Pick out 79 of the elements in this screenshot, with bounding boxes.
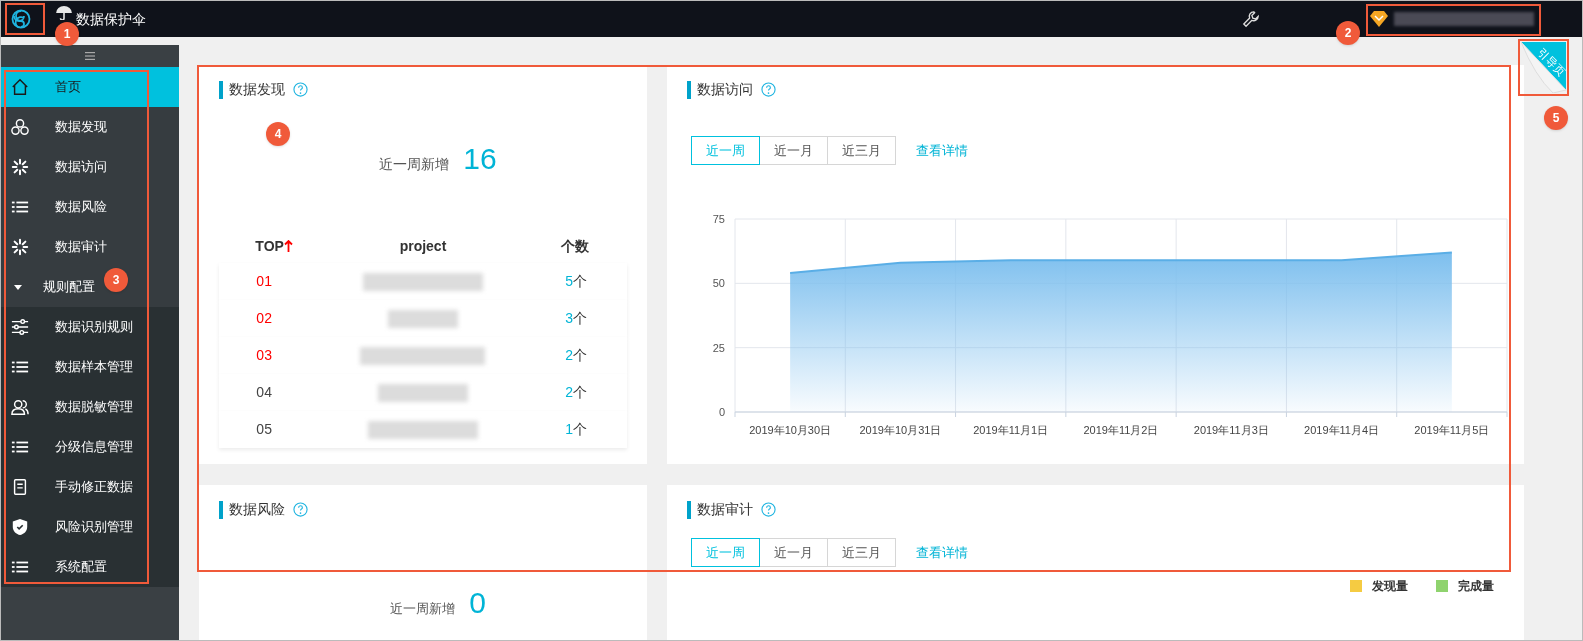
card-title: 数据发现	[229, 80, 285, 99]
x-tick-label: 2019年11月5日	[1414, 424, 1490, 436]
rank-cell-text: 01	[256, 272, 273, 291]
sidebar-item[interactable]: 数据风险	[1, 187, 179, 227]
circles-icon	[11, 118, 29, 136]
callout-frame	[1518, 39, 1569, 96]
sidebar-item[interactable]: 数据脱敏管理	[1, 387, 179, 427]
help-icon[interactable]	[761, 502, 776, 517]
y-tick-label: 0	[718, 406, 725, 418]
stat-value: 0	[469, 585, 486, 621]
stat-label: 近一周新增	[379, 155, 450, 174]
rank-cell-text: 05	[256, 420, 273, 439]
x-tick-label: 2019年10月31日	[859, 424, 942, 436]
sidebar-item[interactable]: 分级信息管理	[1, 427, 179, 467]
sidebar-item[interactable]: 数据识别规则	[1, 307, 179, 347]
help-icon[interactable]	[293, 82, 308, 97]
users-icon	[11, 398, 29, 416]
sidebar-item[interactable]: 风险识别管理	[1, 507, 179, 547]
logo-icon[interactable]	[11, 9, 31, 29]
x-tick-label: 2019年11月2日	[1083, 424, 1159, 436]
count-cell-text: 3个	[565, 309, 588, 328]
umbrella-icon	[56, 6, 72, 20]
rank-cell-text: 02	[256, 309, 273, 328]
column-header: 个数	[561, 236, 590, 256]
home-icon	[11, 78, 29, 96]
count-cell-text: 2个	[565, 383, 588, 402]
range-tab[interactable]: 近三月	[827, 136, 896, 165]
title-accent	[687, 80, 691, 99]
y-tick-label: 25	[712, 341, 725, 354]
sidebar-item[interactable]: 数据样本管理	[1, 347, 179, 387]
document-icon	[11, 478, 29, 496]
caret-icon	[13, 282, 23, 292]
sidebar-item[interactable]: 系统配置	[1, 547, 179, 587]
y-tick-label: 50	[712, 277, 725, 290]
diamond-icon	[1370, 11, 1388, 27]
x-tick-label: 2019年10月30日	[749, 424, 832, 436]
card-title: 数据审计	[697, 500, 753, 519]
title-accent	[219, 80, 223, 99]
callout-frame	[5, 3, 45, 35]
stat-value: 16	[463, 141, 497, 177]
title-accent	[687, 500, 691, 519]
sidebar-item[interactable]: 数据发现	[1, 107, 179, 147]
burst-icon	[11, 238, 29, 256]
sidebar-item[interactable]: 首页	[1, 67, 179, 107]
card-title: 数据风险	[229, 500, 285, 519]
title-accent	[219, 500, 223, 519]
legend-label: 发现量	[1372, 578, 1408, 595]
rank-cell-text: 03	[256, 346, 273, 365]
help-icon[interactable]	[761, 82, 776, 97]
sliders-icon	[11, 318, 29, 336]
sidebar-item[interactable]: 数据访问	[1, 147, 179, 187]
range-tab[interactable]: 近三月	[827, 538, 896, 567]
sidebar-item[interactable]: 手动修正数据	[1, 467, 179, 507]
range-tab[interactable]: 近一月	[759, 136, 828, 165]
wrench-icon[interactable]	[1242, 10, 1260, 28]
app-title: 数据保护伞	[76, 9, 146, 29]
stat-label: 近一周新增	[390, 600, 456, 618]
x-tick-label: 2019年11月4日	[1304, 424, 1380, 436]
x-tick-label: 2019年11月1日	[973, 424, 1049, 436]
burst-icon	[11, 158, 29, 176]
column-header: TOP	[255, 236, 284, 256]
legend-label: 完成量	[1458, 578, 1494, 595]
column-header: project	[399, 236, 447, 256]
range-tab[interactable]: 近一月	[759, 538, 828, 567]
x-tick-label: 2019年11月3日	[1193, 424, 1269, 436]
sidebar-item[interactable]: 数据审计	[1, 227, 179, 267]
shield-icon	[11, 518, 29, 536]
rank-cell-text: 04	[256, 383, 273, 402]
count-cell-text: 2个	[565, 346, 588, 365]
count-cell-text: 1个	[565, 420, 588, 439]
card-title: 数据访问	[697, 80, 753, 99]
y-tick-label: 75	[712, 213, 725, 225]
sort-up-icon[interactable]	[283, 240, 293, 252]
redacted-text	[388, 309, 458, 328]
help-icon[interactable]	[293, 502, 308, 517]
count-cell-text: 5个	[565, 272, 588, 291]
callout-number: 2	[1336, 21, 1360, 45]
menu-icon[interactable]	[85, 52, 95, 60]
callout-number: 5	[1544, 106, 1568, 130]
